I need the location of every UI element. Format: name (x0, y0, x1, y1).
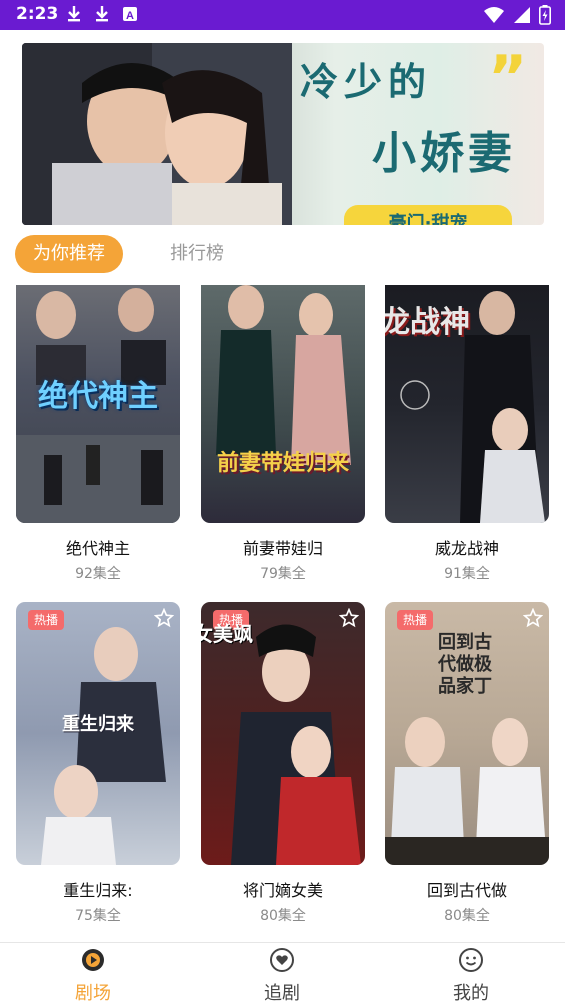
banner-genre-tag: 豪门·甜宠 (344, 205, 512, 225)
favorite-star-icon[interactable] (154, 608, 174, 628)
banner-title-line1: 冷少的 (300, 59, 433, 104)
episode-count: 75集全 (75, 908, 121, 924)
drama-poster[interactable]: 热播 嫡女美飒 (201, 602, 365, 865)
tab-recommended[interactable]: 为你推荐 (15, 235, 123, 273)
banner-couple-image (22, 43, 292, 225)
nav-label: 追剧 (264, 983, 300, 1004)
banner-title-line2: 小娇妻 (372, 128, 516, 179)
drama-poster[interactable]: 龙战神 (385, 285, 549, 523)
quote-decoration: ” (488, 43, 528, 113)
nav-label: 我的 (453, 983, 489, 1004)
favorite-star-icon[interactable] (523, 608, 543, 628)
nav-following[interactable]: 追剧 (222, 943, 342, 1004)
drama-poster[interactable]: 前妻带娃归来 (201, 285, 365, 523)
poster-title: 重生归来 (62, 714, 134, 735)
drama-card[interactable]: 热播 重生归来 重生归来: 75集全 (16, 602, 180, 925)
hot-badge: 热播 (397, 610, 434, 630)
poster-title: 前妻带娃归来 (216, 450, 349, 476)
featured-banner[interactable]: 冷少的 小娇妻 ” 豪门·甜宠 (22, 43, 544, 225)
favorite-star-icon[interactable] (339, 608, 359, 628)
poster-title: 绝代神主 (38, 379, 158, 414)
drama-name: 重生归来: (63, 881, 133, 900)
signal-icon (514, 7, 530, 23)
drama-card[interactable]: 龙战神 威龙战神 91集全 (385, 285, 549, 583)
wifi-icon (484, 7, 504, 23)
drama-name: 绝代神主 (65, 539, 130, 558)
drama-card[interactable]: 前妻带娃归来 前妻带娃归 79集全 (201, 285, 365, 583)
heart-icon (270, 948, 294, 972)
episode-count: 91集全 (444, 566, 490, 582)
drama-poster[interactable]: 绝代神主 (16, 285, 180, 523)
poster-title: 嫡女美飒 (201, 622, 253, 646)
battery-charging-icon (539, 5, 551, 25)
tab-ranking[interactable]: 排行榜 (170, 235, 224, 273)
smile-face-icon (459, 948, 483, 972)
theater-play-icon (82, 949, 104, 971)
drama-card[interactable]: 绝代神主 绝代神主 92集全 (16, 285, 180, 583)
drama-poster[interactable]: 热播 重生归来 (16, 602, 180, 865)
bottom-navigation: 剧场 追剧 我的 (0, 942, 565, 1004)
drama-name: 前妻带娃归 (242, 539, 323, 558)
status-bar: 2:23 A (0, 0, 565, 30)
poster-title: 回到古代做极品家丁 (438, 632, 492, 697)
episode-count: 80集全 (444, 908, 490, 924)
poster-title: 龙战神 (385, 305, 470, 340)
a-badge-icon: A (123, 7, 137, 22)
episode-count: 79集全 (260, 566, 306, 582)
download-icon (96, 6, 108, 22)
drama-name: 威龙战神 (434, 539, 499, 558)
episode-count: 92集全 (75, 566, 121, 582)
drama-card[interactable]: 热播 回到古代做极品家丁 回到古代做 80集全 (385, 602, 549, 925)
status-time: 2:23 (16, 4, 59, 24)
svg-text:A: A (126, 10, 134, 22)
download-icon (68, 6, 80, 22)
drama-name: 回到古代做 (426, 881, 507, 900)
nav-theater[interactable]: 剧场 (33, 943, 153, 1004)
episode-count: 80集全 (260, 908, 306, 924)
nav-profile[interactable]: 我的 (411, 943, 531, 1004)
hot-badge: 热播 (28, 610, 65, 630)
drama-card[interactable]: 热播 嫡女美飒 将门嫡女美 80集全 (201, 602, 365, 925)
drama-poster[interactable]: 热播 回到古代做极品家丁 (385, 602, 549, 865)
nav-label: 剧场 (75, 983, 111, 1004)
drama-name: 将门嫡女美 (242, 881, 323, 900)
